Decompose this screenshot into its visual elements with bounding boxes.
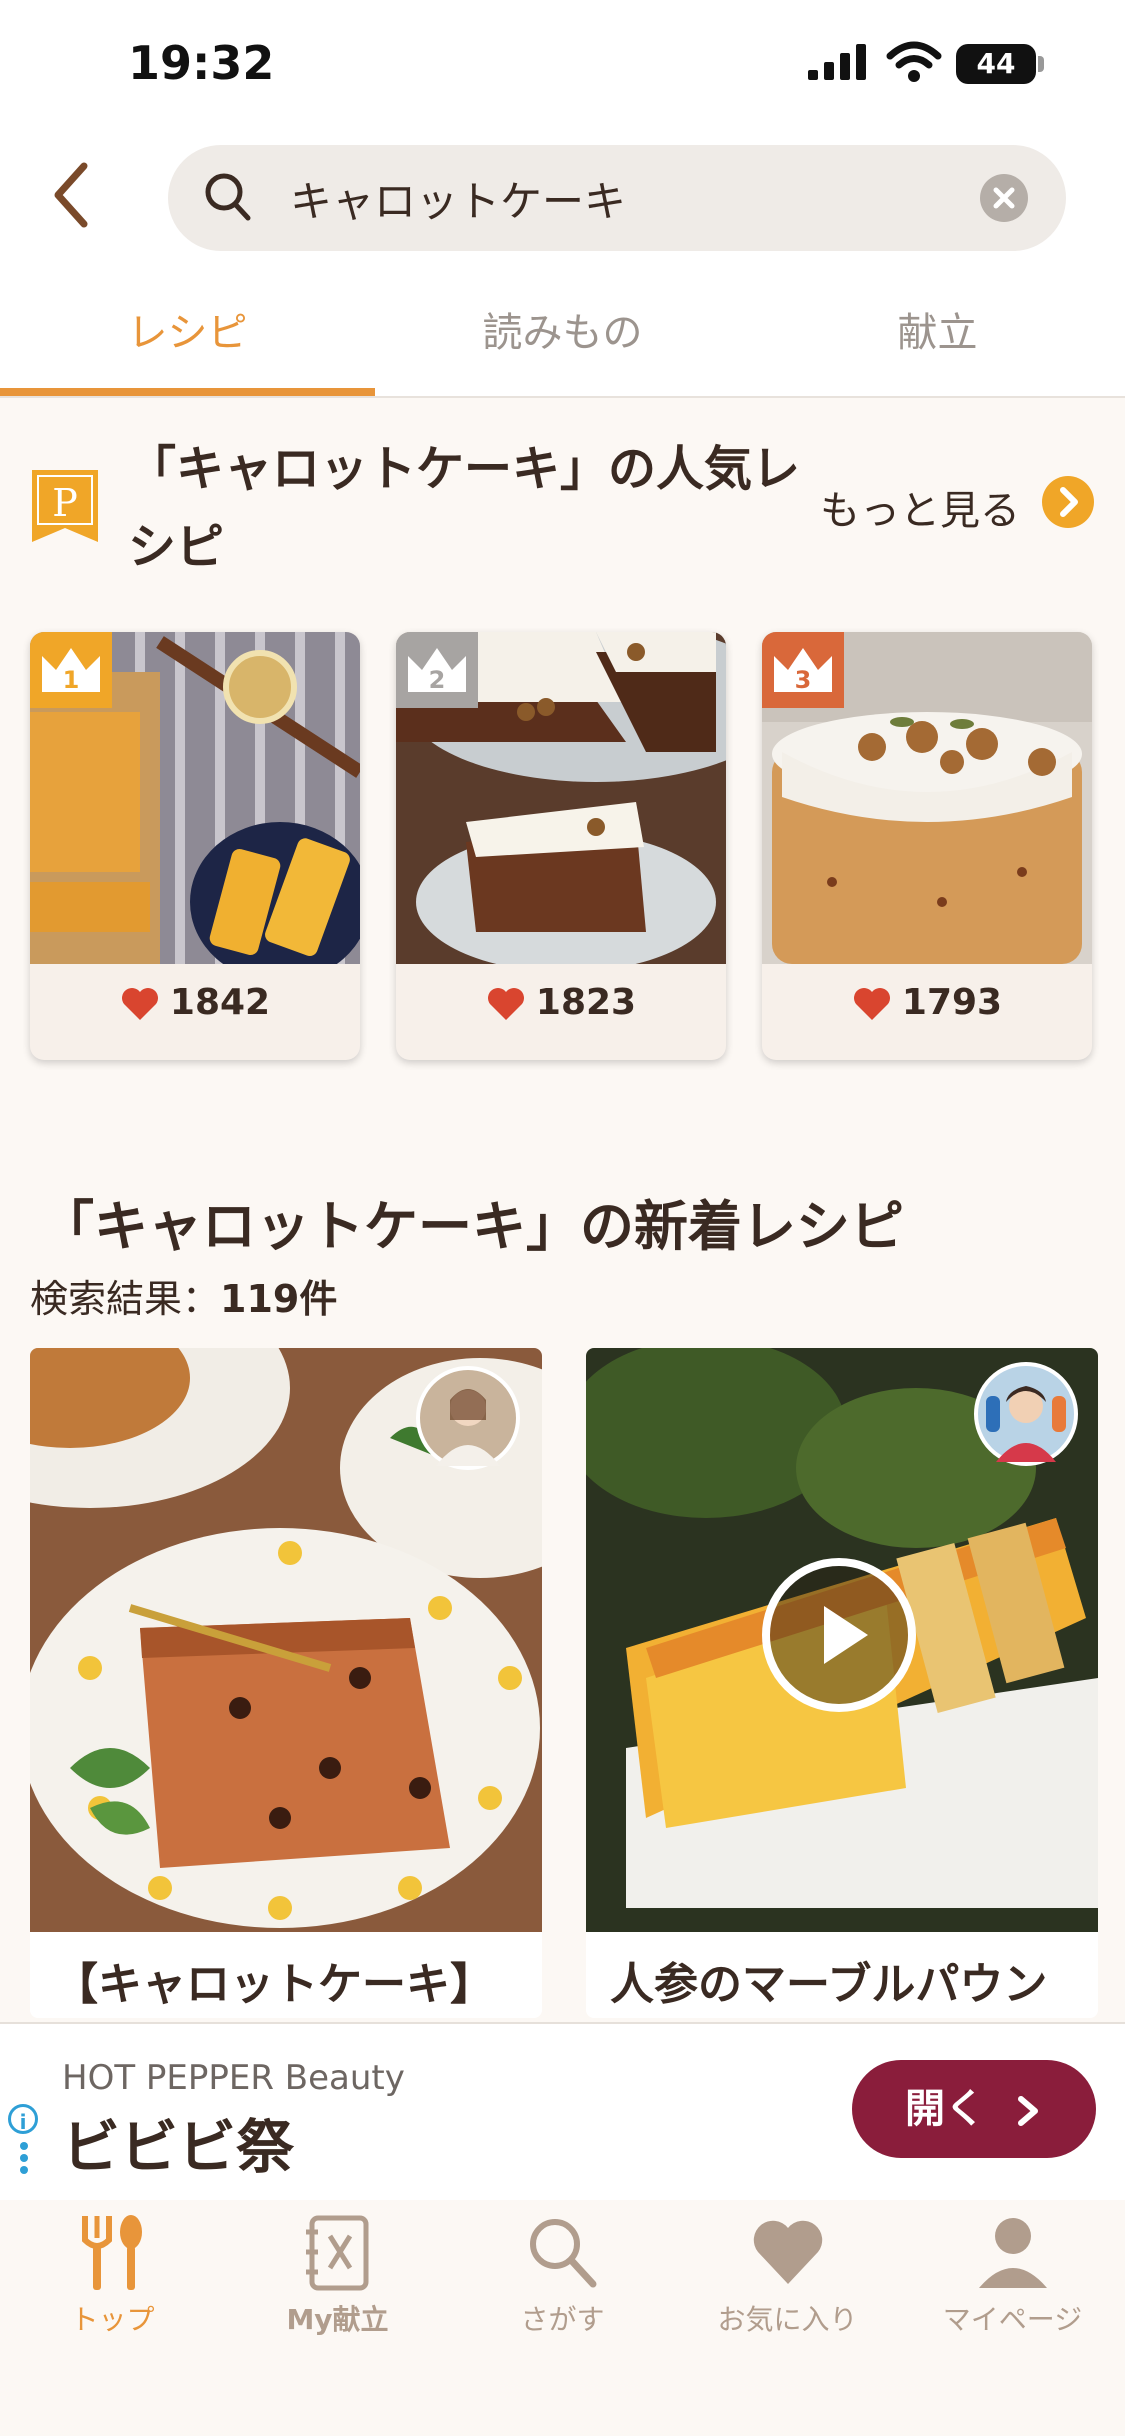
- new-recipe-card-1[interactable]: 【キャロットケーキ】: [30, 1348, 542, 2018]
- ad-headline: ビビビ祭: [62, 2113, 295, 2181]
- nav-my-page[interactable]: マイページ: [900, 2212, 1125, 2338]
- see-more-link[interactable]: もっと見る: [820, 478, 1020, 536]
- search-result-count: 検索結果：119件: [30, 1268, 337, 1323]
- ad-options-icon[interactable]: [18, 2140, 30, 2176]
- nav-favorites[interactable]: お気に入り: [675, 2212, 900, 2338]
- back-arrow-icon[interactable]: [40, 150, 100, 240]
- heart-icon: [121, 988, 158, 1020]
- ad-open-button[interactable]: 開く: [852, 2060, 1096, 2158]
- svg-text:1: 1: [63, 666, 80, 694]
- like-count: 1793: [762, 982, 1092, 1023]
- notebook-icon: [305, 2215, 368, 2291]
- person-icon: [978, 2218, 1047, 2288]
- nav-top[interactable]: トップ: [0, 2212, 225, 2338]
- nav-label: マイページ: [942, 2303, 1083, 2336]
- ad-sponsor: HOT PEPPER Beauty: [62, 2058, 405, 2098]
- ad-open-label: 開く: [905, 2086, 986, 2132]
- like-count: 1842: [30, 982, 360, 1023]
- ad-info-icon[interactable]: i: [8, 2104, 38, 2134]
- search-icon: [205, 173, 251, 221]
- result-number: 119件: [220, 1277, 338, 1321]
- tab-articles[interactable]: 読みもの: [375, 300, 750, 358]
- chevron-right-icon[interactable]: [1042, 476, 1094, 528]
- svg-text:3: 3: [795, 666, 812, 694]
- popular-recipe-card-2[interactable]: 2 1823: [396, 632, 726, 1060]
- wifi-icon: [886, 41, 942, 82]
- popular-section-title: 「キャロットケーキ」の人気レシピ: [128, 441, 801, 575]
- nav-my-menu[interactable]: My献立: [225, 2212, 450, 2338]
- nav-label: さがす: [520, 2303, 605, 2336]
- tab-active-indicator: [0, 388, 375, 396]
- battery-tip: [1038, 56, 1044, 72]
- rank-crown-icon: 1: [30, 632, 112, 708]
- close-icon: [993, 187, 1015, 209]
- popular-recipe-card-3[interactable]: 3 1793: [762, 632, 1092, 1060]
- rank-crown-icon: 2: [396, 632, 478, 708]
- nav-label: My献立: [286, 2303, 389, 2336]
- tab-recipe[interactable]: レシピ: [0, 300, 375, 358]
- search-icon: [529, 2219, 596, 2288]
- heart-icon: [853, 988, 890, 1020]
- like-count-value: 1793: [901, 982, 1003, 1023]
- svg-text:2: 2: [429, 666, 446, 694]
- rank-crown-icon: 3: [762, 632, 844, 708]
- play-video-icon[interactable]: [762, 1558, 916, 1712]
- new-recipe-card-2[interactable]: 人参のマーブルパウン: [586, 1348, 1098, 2018]
- recipe-title: 人参のマーブルパウン: [610, 1959, 1048, 2010]
- status-time: 19:32: [128, 36, 275, 90]
- battery-indicator: 44: [956, 44, 1036, 84]
- clear-search-icon[interactable]: [980, 174, 1028, 222]
- author-avatar[interactable]: [416, 1366, 520, 1470]
- nav-label: お気に入り: [717, 2303, 858, 2336]
- recipe-title: 【キャロットケーキ】: [54, 1959, 494, 2010]
- chevron-right-icon: [1017, 2096, 1038, 2126]
- fork-spoon-icon: [81, 2215, 142, 2290]
- nav-search[interactable]: さがす: [450, 2212, 675, 2338]
- premium-badge-icon: P: [32, 470, 98, 542]
- svg-text:P: P: [52, 481, 78, 525]
- search-input[interactable]: キャロットケーキ: [290, 168, 626, 229]
- author-avatar[interactable]: [974, 1362, 1078, 1466]
- nav-label: トップ: [70, 2303, 155, 2336]
- heart-icon: [753, 2220, 822, 2284]
- heart-icon: [487, 988, 524, 1020]
- tab-menu[interactable]: 献立: [750, 300, 1125, 358]
- result-label: 検索結果：: [30, 1277, 221, 1321]
- like-count-value: 1842: [169, 982, 271, 1023]
- like-count: 1823: [396, 982, 726, 1023]
- popular-recipe-card-1[interactable]: 1 1842: [30, 632, 360, 1060]
- signal-icon: [808, 44, 866, 80]
- new-recipes-title: 「キャロットケーキ」の新着レシピ: [40, 1195, 904, 1258]
- like-count-value: 1823: [535, 982, 637, 1023]
